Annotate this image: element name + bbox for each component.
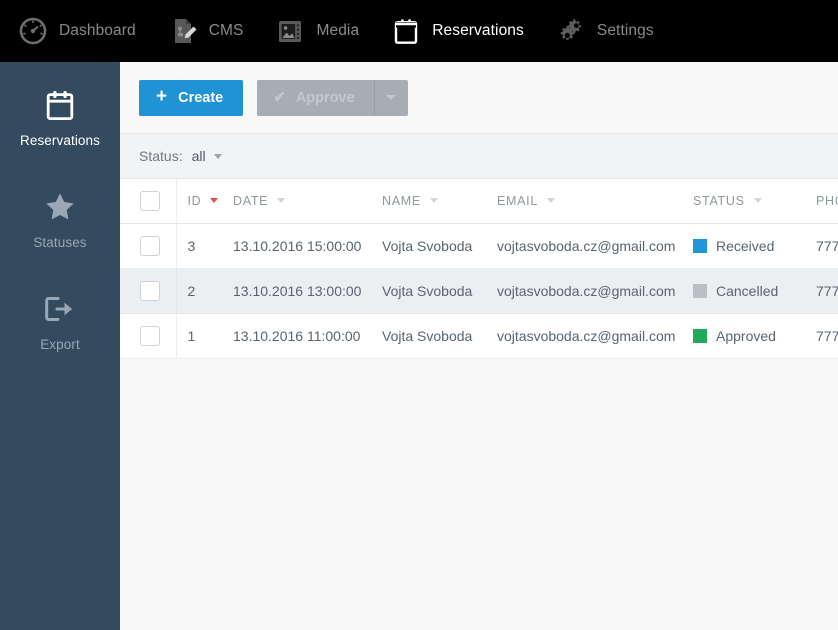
plus-icon: + [156, 86, 168, 107]
cell-id: 2 [175, 268, 233, 314]
content-empty-area [120, 358, 838, 630]
column-header-phone[interactable]: PHONE [816, 179, 838, 224]
table-body: 3 13.10.2016 15:00:00 Vojta Svoboda vojt… [120, 223, 838, 359]
column-label-date: DATE [233, 193, 269, 208]
approve-button[interactable]: ✔ Approve [257, 79, 374, 116]
document-pen-icon [168, 16, 198, 46]
sort-chevron-email-icon[interactable] [547, 198, 556, 204]
row-select-cell [120, 223, 176, 269]
row-select-cell [120, 313, 176, 359]
create-button[interactable]: + Create [139, 79, 244, 116]
cell-name: Vojta Svoboda [382, 313, 497, 359]
column-label-name: NAME [382, 193, 421, 208]
topnav-label-reservations: Reservations [432, 22, 524, 39]
table-header: ID DATE NAME EMAIL STATUS PH [120, 179, 838, 224]
cell-name: Vojta Svoboda [382, 223, 497, 269]
topnav-item-reservations[interactable]: Reservations [391, 0, 538, 62]
main-content: + Create ✔ Approve Status: all ID DATE N… [120, 62, 838, 630]
column-label-email: EMAIL [497, 193, 539, 208]
status-filter-label: Status: [139, 148, 183, 164]
column-header-email[interactable]: EMAIL [497, 179, 693, 224]
check-icon: ✔ [273, 89, 286, 106]
cell-phone: 777 [816, 313, 838, 359]
chevron-down-icon [386, 95, 397, 100]
status-label: Approved [716, 327, 776, 344]
table-row[interactable]: 2 13.10.2016 13:00:00 Vojta Svoboda vojt… [120, 268, 838, 314]
table-row[interactable]: 3 13.10.2016 15:00:00 Vojta Svoboda vojt… [120, 223, 838, 269]
cell-status: Received [693, 223, 816, 269]
calendar-icon [391, 16, 421, 46]
topnav-item-cms[interactable]: CMS [168, 0, 258, 62]
reservations-table-wrapper: ID DATE NAME EMAIL STATUS PH 3 13.10.201… [120, 179, 838, 359]
row-checkbox[interactable] [140, 235, 160, 256]
table-row[interactable]: 1 13.10.2016 11:00:00 Vojta Svoboda vojt… [120, 313, 838, 359]
topnav-item-dashboard[interactable]: Dashboard [18, 0, 150, 62]
column-label-status: STATUS [693, 193, 745, 208]
status-color-swatch [693, 238, 707, 253]
topnav-item-settings[interactable]: Settings [556, 0, 668, 62]
export-icon [0, 290, 120, 328]
image-icon [275, 16, 305, 46]
topnav-label-media: Media [316, 22, 360, 39]
topnav-label-settings: Settings [596, 22, 654, 39]
gauge-icon [18, 16, 48, 46]
sort-chevron-status-icon[interactable] [753, 198, 762, 204]
cell-status: Cancelled [693, 268, 816, 314]
column-label-phone: PHONE [816, 193, 838, 208]
row-select-cell [120, 268, 176, 314]
sort-chevron-date-icon[interactable] [277, 198, 286, 204]
approve-dropdown-toggle[interactable] [373, 79, 408, 116]
sidebar-item-statuses[interactable]: Statuses [0, 164, 120, 266]
row-checkbox[interactable] [140, 280, 160, 301]
status-color-swatch [693, 328, 707, 343]
approve-button-group: ✔ Approve [257, 79, 408, 116]
table-header-row: ID DATE NAME EMAIL STATUS PH [120, 179, 838, 224]
cell-id: 3 [175, 223, 233, 269]
select-all-checkbox[interactable] [140, 190, 160, 211]
status-filter-bar: Status: all [120, 134, 838, 179]
sort-chevron-name-icon[interactable] [429, 198, 438, 204]
star-icon [0, 188, 120, 226]
cell-email: vojtasvoboda.cz@gmail.com [497, 268, 693, 314]
sidebar-label-statuses: Statuses [33, 235, 87, 250]
status-label: Cancelled [716, 282, 779, 299]
column-header-date[interactable]: DATE [233, 179, 382, 224]
topnav-item-media[interactable]: Media [275, 0, 373, 62]
calendar-icon [0, 86, 120, 124]
chevron-down-icon[interactable] [213, 153, 222, 159]
sidebar-item-reservations[interactable]: Reservations [0, 62, 120, 164]
sidebar-label-reservations: Reservations [20, 133, 100, 148]
column-header-name[interactable]: NAME [382, 179, 497, 224]
cell-phone: 777 [816, 223, 838, 269]
cell-date: 13.10.2016 15:00:00 [233, 223, 382, 269]
column-header-select-all [120, 179, 176, 224]
cell-status: Approved [693, 313, 816, 359]
topnav-label-dashboard: Dashboard [59, 22, 136, 39]
action-toolbar: + Create ✔ Approve [120, 62, 838, 134]
cell-email: vojtasvoboda.cz@gmail.com [497, 313, 693, 359]
sidebar-label-export: Export [40, 337, 80, 352]
cell-email: vojtasvoboda.cz@gmail.com [497, 223, 693, 269]
row-checkbox[interactable] [140, 325, 160, 346]
cell-phone: 777 [816, 268, 838, 314]
topnav-label-cms: CMS [208, 22, 244, 39]
column-header-status[interactable]: STATUS [693, 179, 816, 224]
top-navigation-bar: Dashboard CMS Media Reservations Setting… [0, 0, 838, 62]
sort-chevron-id-icon[interactable] [210, 198, 219, 204]
create-button-label: Create [178, 89, 224, 106]
reservations-table: ID DATE NAME EMAIL STATUS PH 3 13.10.201… [120, 179, 838, 359]
column-label-id: ID [187, 193, 202, 208]
status-label: Received [716, 237, 775, 254]
cell-id: 1 [175, 313, 233, 359]
status-filter-value[interactable]: all [192, 148, 206, 164]
column-header-id[interactable]: ID [175, 179, 233, 224]
status-color-swatch [693, 283, 707, 298]
sidebar-item-export[interactable]: Export [0, 266, 120, 368]
approve-button-label: Approve [295, 89, 355, 106]
cell-date: 13.10.2016 11:00:00 [233, 313, 382, 359]
sidebar: Reservations Statuses Export [0, 62, 120, 630]
cell-date: 13.10.2016 13:00:00 [233, 268, 382, 314]
cell-name: Vojta Svoboda [382, 268, 497, 314]
gears-icon [556, 16, 586, 46]
